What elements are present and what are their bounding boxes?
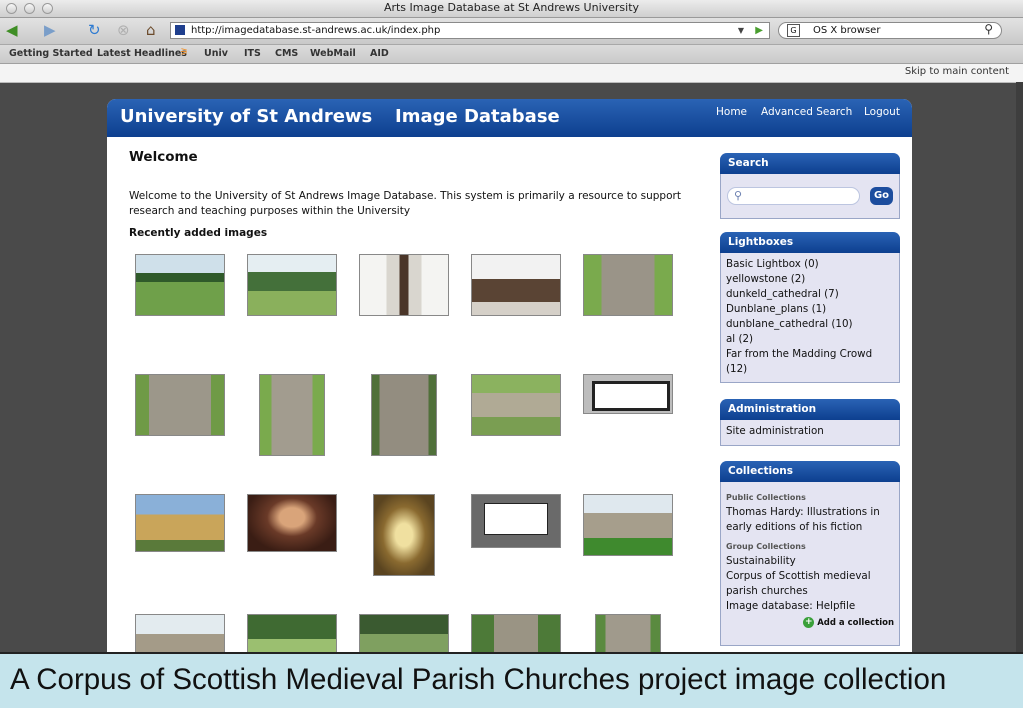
- thumbnail-image[interactable]: [373, 494, 435, 576]
- site-administration-link[interactable]: Site administration: [726, 424, 894, 439]
- rss-feed-icon: ⚞: [180, 47, 189, 58]
- thumbnail-image[interactable]: [359, 254, 449, 316]
- lightbox-link[interactable]: Basic Lightbox (0): [726, 257, 894, 272]
- search-go-button[interactable]: Go: [870, 187, 893, 205]
- thumbnail-image[interactable]: [135, 374, 225, 436]
- search-box-title: Search: [720, 153, 900, 174]
- site-favicon-icon: [175, 25, 185, 35]
- plan-drawing: [592, 381, 670, 411]
- lightboxes-box: Lightboxes Basic Lightbox (0) yellowston…: [720, 232, 900, 383]
- collection-link[interactable]: Thomas Hardy: Illustrations in early edi…: [726, 505, 894, 535]
- collections-box: Collections Public Collections Thomas Ha…: [720, 461, 900, 646]
- bookmark-its[interactable]: ITS: [244, 48, 261, 59]
- thumbnail-image[interactable]: [471, 254, 561, 316]
- nav-advanced-search-link[interactable]: Advanced Search: [761, 106, 852, 118]
- thumbnail-image[interactable]: [259, 374, 325, 456]
- group-collections-label: Group Collections: [726, 542, 806, 551]
- magnifier-icon: ⚲: [734, 189, 743, 202]
- forward-arrow-icon[interactable]: ▶: [44, 22, 56, 38]
- search-box: Search ⚲ Go: [720, 153, 900, 219]
- intro-text: Welcome to the University of St Andrews …: [129, 190, 681, 217]
- skip-bar: Skip to main content: [0, 64, 1023, 83]
- skip-to-content-link[interactable]: Skip to main content: [905, 66, 1009, 77]
- bookmark-webmail[interactable]: WebMail: [310, 48, 356, 59]
- bookmark-cms[interactable]: CMS: [275, 48, 298, 59]
- slide-caption: A Corpus of Scottish Medieval Parish Chu…: [0, 652, 1023, 708]
- collection-link[interactable]: Corpus of Scottish medieval parish churc…: [726, 569, 894, 599]
- site-banner: University of St Andrews Image Database …: [107, 99, 912, 137]
- nav-home-link[interactable]: Home: [716, 106, 747, 118]
- thumbnail-image[interactable]: [583, 374, 673, 414]
- public-collections-label: Public Collections: [726, 493, 806, 502]
- administration-title: Administration: [720, 399, 900, 420]
- lightbox-link[interactable]: Far from the Madding Crowd (12): [726, 347, 894, 377]
- add-icon: +: [803, 617, 815, 628]
- administration-box: Administration Site administration: [720, 399, 900, 446]
- back-arrow-icon[interactable]: ◀: [6, 22, 18, 38]
- bookmarks-bar: Getting Started Latest Headlines ⚞ Univ …: [0, 45, 1023, 64]
- lightbox-link[interactable]: dunblane_cathedral (10): [726, 317, 894, 332]
- window-title: Arts Image Database at St Andrews Univer…: [383, 1, 640, 14]
- thumbnail-image[interactable]: [247, 494, 337, 552]
- thumbnail-image[interactable]: [583, 494, 673, 556]
- plan-drawing: [484, 503, 548, 535]
- bookmark-getting-started[interactable]: Getting Started: [9, 48, 93, 59]
- product-title: Image Database: [395, 106, 560, 127]
- nav-logout-link[interactable]: Logout: [864, 106, 900, 118]
- page-scrollbar[interactable]: [1016, 82, 1023, 652]
- search-engine-icon[interactable]: G: [787, 24, 800, 37]
- lightbox-link[interactable]: al (2): [726, 332, 894, 347]
- go-arrow-icon[interactable]: ▶: [755, 23, 763, 38]
- address-bar[interactable]: http://imagedatabase.st-andrews.ac.uk/in…: [170, 22, 770, 39]
- address-url: http://imagedatabase.st-andrews.ac.uk/in…: [191, 25, 441, 36]
- lightbox-link[interactable]: Dunblane_plans (1): [726, 302, 894, 317]
- bookmark-univ[interactable]: Univ: [204, 48, 228, 59]
- thumbnail-image[interactable]: [471, 374, 561, 436]
- bookmark-aid[interactable]: AID: [370, 48, 389, 59]
- thumbnail-image[interactable]: [135, 254, 225, 316]
- browser-search-field[interactable]: G OS X browser ⚲: [778, 22, 1002, 39]
- browser-search-text: OS X browser: [813, 25, 881, 36]
- thumbnail-image[interactable]: [471, 494, 561, 548]
- browser-toolbar: ◀ ▶ ↻ ⊗ ⌂ http://imagedatabase.st-andrew…: [0, 18, 1023, 45]
- magnifier-icon[interactable]: ⚲: [984, 22, 993, 37]
- site-search-input[interactable]: ⚲: [727, 187, 860, 205]
- page-title: Welcome: [129, 149, 198, 165]
- thumbnail-image[interactable]: [583, 254, 673, 316]
- collection-link[interactable]: Image database: Helpfile: [726, 599, 894, 614]
- thumbnail-image[interactable]: [247, 254, 337, 316]
- add-collection-label: Add a collection: [817, 618, 894, 628]
- lightboxes-title: Lightboxes: [720, 232, 900, 253]
- site-page: University of St Andrews Image Database …: [107, 99, 912, 659]
- recent-images-heading: Recently added images: [129, 227, 268, 239]
- thumbnail-image[interactable]: [135, 494, 225, 552]
- reload-icon[interactable]: ↻: [88, 22, 101, 38]
- dropdown-arrow-icon[interactable]: ▼: [738, 23, 744, 38]
- home-icon[interactable]: ⌂: [146, 22, 156, 38]
- stop-icon[interactable]: ⊗: [117, 22, 130, 38]
- lightbox-link[interactable]: yellowstone (2): [726, 272, 894, 287]
- thumbnail-image[interactable]: [371, 374, 437, 456]
- bookmark-latest-headlines[interactable]: Latest Headlines: [97, 48, 187, 59]
- collection-link[interactable]: Sustainability: [726, 554, 894, 569]
- add-collection-link[interactable]: + Add a collection: [726, 616, 894, 631]
- university-brand[interactable]: University of St Andrews: [120, 106, 372, 127]
- collections-title: Collections: [720, 461, 900, 482]
- lightbox-link[interactable]: dunkeld_cathedral (7): [726, 287, 894, 302]
- window-titlebar: Arts Image Database at St Andrews Univer…: [0, 0, 1023, 18]
